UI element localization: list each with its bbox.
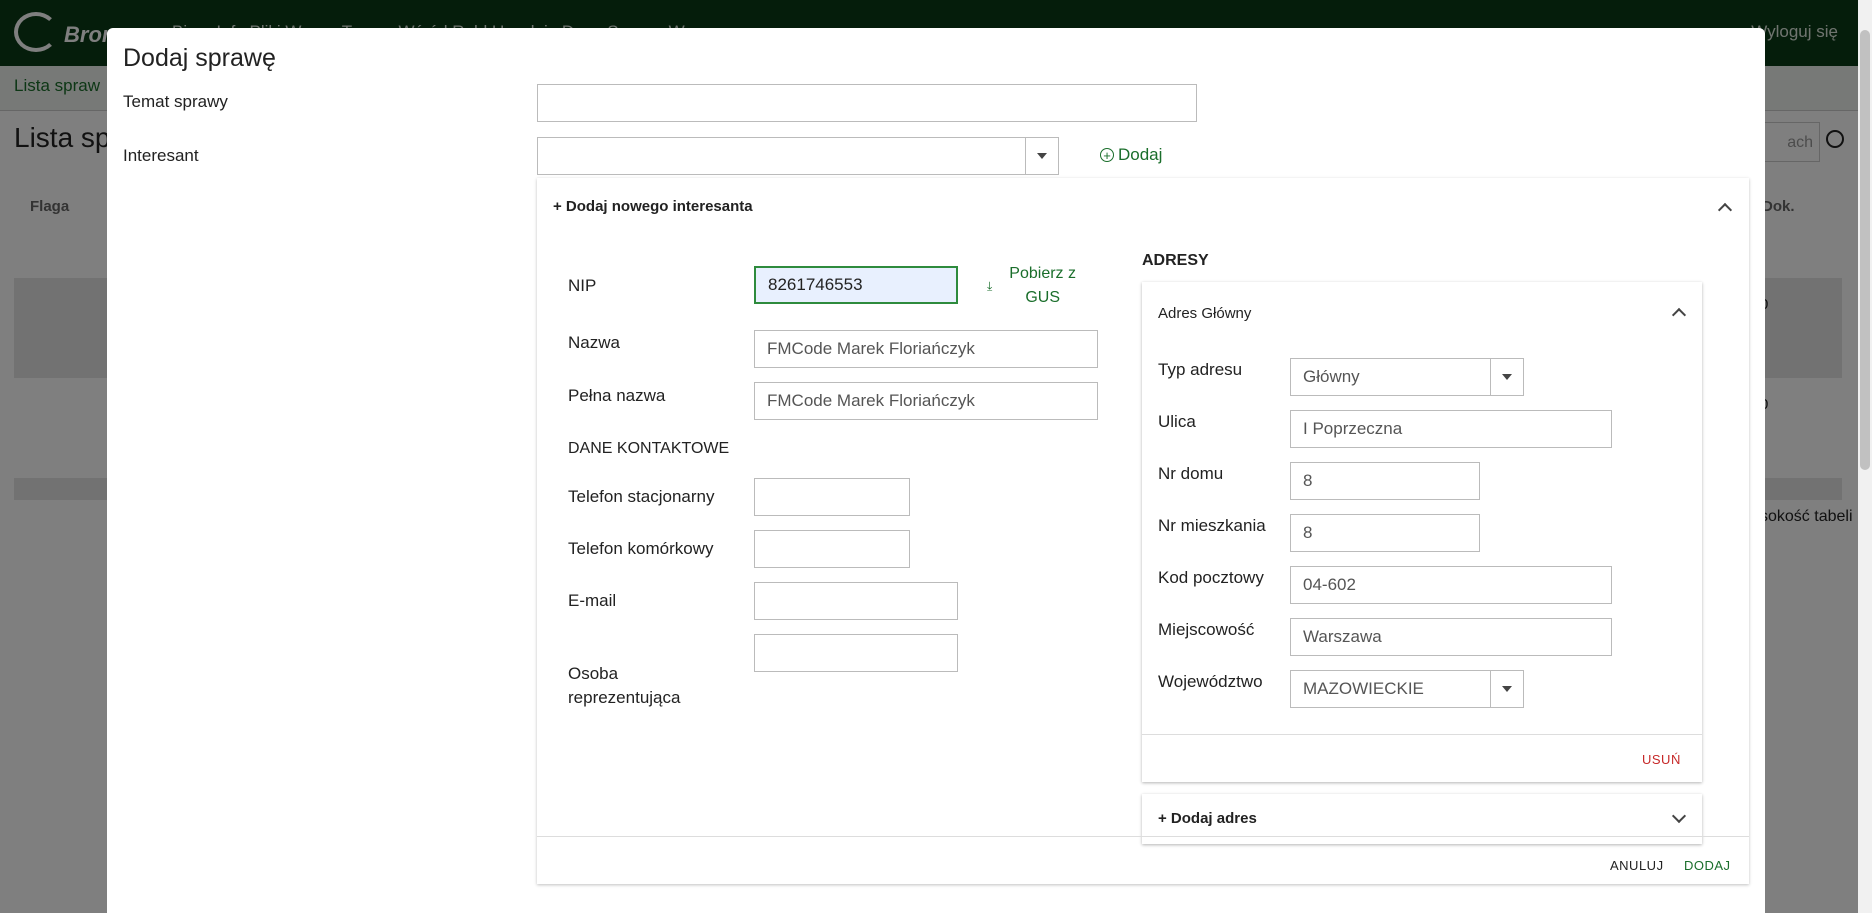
new-client-panel: + Dodaj nowego interesanta NIP 826174655… <box>537 178 1749 884</box>
contact-section-title: DANE KONTAKTOWE <box>568 440 730 457</box>
city-input[interactable]: Warszawa <box>1290 618 1612 656</box>
representative-label-line2: reprezentująca <box>568 688 681 707</box>
address-type-label: Typ adresu <box>1158 360 1243 379</box>
chevron-down-icon <box>1502 686 1512 692</box>
street-label: Ulica <box>1158 412 1196 431</box>
scrollbar-thumb[interactable] <box>1860 30 1870 470</box>
mobile-input[interactable] <box>754 530 910 568</box>
addresses-section-title: ADRESY <box>1142 252 1209 269</box>
address-card-title[interactable]: Adres Główny <box>1158 305 1251 322</box>
representative-input[interactable] <box>754 634 958 672</box>
chevron-down-icon[interactable] <box>1671 808 1687 824</box>
full-name-input[interactable]: FMCode Marek Floriańczyk <box>754 382 1098 420</box>
chevron-down-icon <box>1037 153 1047 159</box>
add-case-dialog: Dodaj sprawę Temat sprawy Interesant + D… <box>107 28 1765 913</box>
main-address-card: Adres Główny Typ adresu Główny Ulica I P… <box>1142 282 1702 782</box>
name-input[interactable]: FMCode Marek Floriańczyk <box>754 330 1098 368</box>
nip-input[interactable]: 8261746553 <box>754 266 958 304</box>
mobile-label: Telefon komórkowy <box>568 539 714 558</box>
name-label: Nazwa <box>568 333 620 352</box>
chevron-up-icon[interactable] <box>1671 307 1687 323</box>
address-type-select[interactable]: Główny <box>1290 358 1492 396</box>
plus-circle-icon: + <box>1100 148 1114 162</box>
house-number-input[interactable]: 8 <box>1290 462 1480 500</box>
add-button[interactable]: DODAJ <box>1684 858 1731 873</box>
dialog-title: Dodaj sprawę <box>123 44 276 72</box>
cancel-button[interactable]: ANULUJ <box>1610 858 1664 873</box>
chevron-down-icon <box>1502 374 1512 380</box>
email-input[interactable] <box>754 582 958 620</box>
province-dropdown-button[interactable] <box>1490 670 1524 708</box>
flat-number-label: Nr mieszkania <box>1158 516 1266 535</box>
page-scrollbar[interactable] <box>1858 0 1872 913</box>
client-select[interactable] <box>537 137 1027 175</box>
representative-label-line1: Osoba <box>568 664 619 683</box>
add-address-header[interactable]: + Dodaj adres <box>1158 810 1257 827</box>
add-client-button[interactable]: + Dodaj <box>1100 145 1162 165</box>
subject-input[interactable] <box>537 84 1197 122</box>
client-label: Interesant <box>123 146 199 165</box>
phone-input[interactable] <box>754 478 910 516</box>
phone-label: Telefon stacjonarny <box>568 487 715 506</box>
subject-label: Temat sprawy <box>123 92 228 111</box>
panel-footer-divider <box>537 836 1749 837</box>
province-label: Województwo <box>1158 672 1263 691</box>
new-client-panel-header[interactable]: + Dodaj nowego interesanta <box>553 198 753 215</box>
chevron-up-icon[interactable] <box>1717 202 1733 218</box>
address-type-dropdown-button[interactable] <box>1490 358 1524 396</box>
province-select[interactable]: MAZOWIECKIE <box>1290 670 1492 708</box>
street-input[interactable]: I Poprzeczna <box>1290 410 1612 448</box>
flat-number-input[interactable]: 8 <box>1290 514 1480 552</box>
postal-code-input[interactable]: 04-602 <box>1290 566 1612 604</box>
fetch-from-gus-button[interactable]: ⤓ Pobierz z GUS <box>987 262 1087 310</box>
remove-address-button[interactable]: USUŃ <box>1642 752 1681 767</box>
city-label: Miejscowość <box>1158 620 1255 639</box>
postal-code-label: Kod pocztowy <box>1158 568 1264 587</box>
nip-label: NIP <box>568 276 597 295</box>
email-label: E-mail <box>568 591 617 610</box>
house-number-label: Nr domu <box>1158 464 1224 483</box>
download-icon: ⤓ <box>987 279 993 293</box>
address-card-divider <box>1142 734 1702 735</box>
full-name-label: Pełna nazwa <box>568 386 666 405</box>
client-dropdown-button[interactable] <box>1025 137 1059 175</box>
